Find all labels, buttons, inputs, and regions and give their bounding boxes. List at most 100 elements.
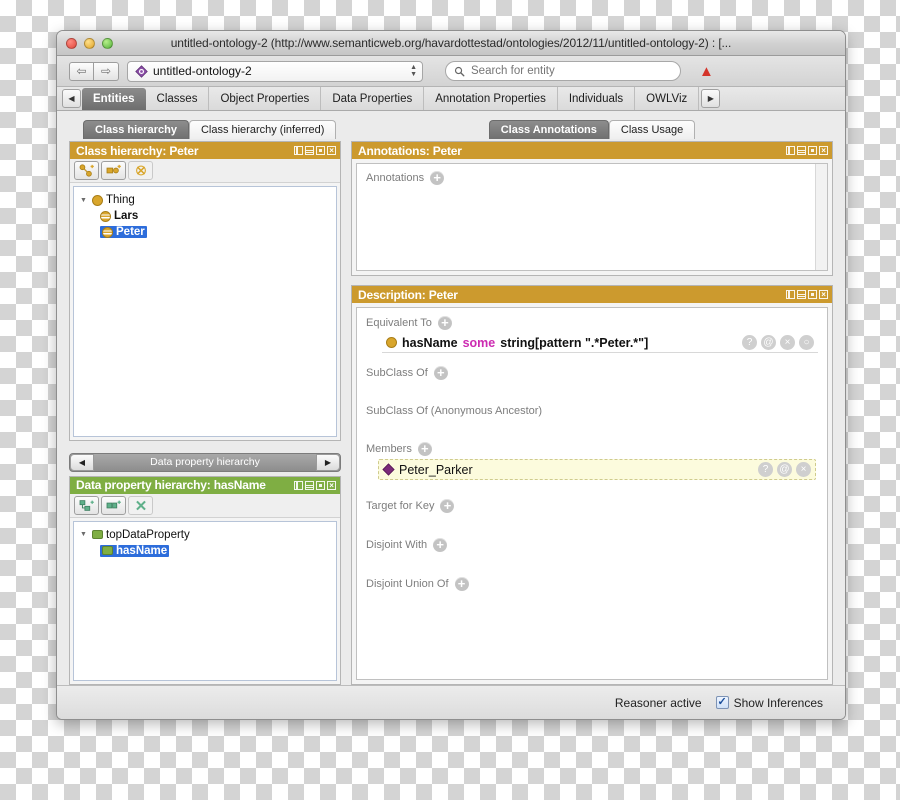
tab-entities[interactable]: Entities (82, 88, 146, 110)
explain-button[interactable]: ? (758, 462, 773, 477)
delete-button[interactable]: × (780, 335, 795, 350)
data-property-selector-bar: ◀ Data property hierarchy ▶ (69, 452, 341, 472)
add-sub-property-button[interactable] (74, 495, 99, 515)
close-panel-icon[interactable] (327, 480, 336, 490)
show-inferences-checkbox[interactable]: ✓ (715, 696, 729, 709)
add-member-button[interactable] (417, 442, 432, 456)
maximize-icon[interactable] (316, 146, 325, 155)
forward-icon[interactable]: ⇨ (94, 61, 119, 81)
section-disjoint-union-of: Disjoint Union Of (366, 577, 818, 591)
split-view-icon[interactable] (294, 480, 303, 490)
tree-item-thing[interactable]: ▼ Thing (78, 192, 332, 208)
collapse-icon[interactable] (305, 146, 314, 155)
data-property-tree[interactable]: ▼ topDataProperty hasName (73, 520, 337, 681)
delete-property-button[interactable] (128, 495, 153, 515)
edit-button[interactable]: ○ (799, 335, 814, 350)
subtab-class-hierarchy[interactable]: Class hierarchy (83, 120, 189, 139)
selector-prev-arrow-icon[interactable]: ◀ (70, 453, 94, 471)
collapse-icon[interactable] (797, 146, 806, 155)
close-panel-icon[interactable] (327, 146, 336, 155)
delete-class-button[interactable] (128, 161, 153, 180)
search-input[interactable] (469, 64, 672, 78)
section-subclass-of: SubClass Of (366, 366, 818, 380)
show-inferences-control[interactable]: ✓ Show Inferences (715, 696, 823, 710)
entry-suffix: string[pattern ".*Peter.*"] (500, 335, 649, 350)
expander-icon[interactable]: ▼ (78, 531, 89, 538)
add-sibling-class-button[interactable] (101, 161, 126, 180)
section-label: Members (366, 443, 412, 455)
tab-annotation-properties[interactable]: Annotation Properties (424, 87, 558, 110)
navigation-buttons: ⇦ ⇨ (69, 61, 119, 81)
section-label-row: SubClass Of (366, 366, 818, 380)
section-equivalent-to: Equivalent To hasName some string[patter… (366, 316, 818, 353)
selector-next-arrow-icon[interactable]: ▶ (316, 453, 340, 471)
panel-controls (294, 146, 336, 155)
tree-item-label: hasName (116, 544, 168, 557)
close-panel-icon[interactable] (819, 290, 828, 299)
section-label: Disjoint With (366, 539, 428, 551)
data-property-icon (102, 546, 113, 556)
tree-item-hasname[interactable]: hasName (78, 543, 332, 559)
split-view-icon[interactable] (786, 290, 795, 299)
tree-item-peter[interactable]: Peter (78, 224, 332, 240)
warning-icon[interactable]: ▲ (699, 64, 714, 79)
class-icon (92, 194, 103, 206)
split-view-icon[interactable] (294, 146, 303, 155)
data-property-hierarchy-panel: Data property hierarchy: hasName × ▼ top… (69, 475, 341, 685)
annotations-section-label-row: Annotations (366, 171, 818, 185)
split-view-icon[interactable] (786, 146, 795, 155)
back-icon[interactable]: ⇦ (69, 61, 94, 81)
add-target-for-key-button[interactable] (440, 499, 455, 513)
add-sibling-property-button[interactable] (101, 495, 126, 515)
section-label-row: Disjoint With (366, 538, 818, 552)
tabs-next-arrow-icon[interactable]: ▶ (701, 89, 721, 108)
add-subclass-of-button[interactable] (433, 366, 448, 380)
ontology-select[interactable]: untitled-ontology-2 ▲ ▼ (127, 60, 423, 82)
maximize-icon[interactable] (808, 290, 817, 299)
class-hierarchy-tree[interactable]: ▼ Thing Lars Peter (73, 186, 337, 437)
title-bar: untitled-ontology-2 (http://www.semantic… (57, 31, 845, 56)
add-subclass-button[interactable] (74, 161, 99, 180)
add-equivalent-to-button[interactable] (437, 316, 452, 330)
add-annotation-button[interactable] (430, 171, 445, 185)
equivalent-to-row[interactable]: hasName some string[pattern ".*Peter.*"]… (382, 333, 818, 353)
collapse-icon[interactable] (305, 480, 314, 490)
subtab-class-usage[interactable]: Class Usage (608, 120, 696, 139)
tabs-prev-arrow-icon[interactable]: ◀ (62, 89, 81, 108)
maximize-icon[interactable] (808, 146, 817, 155)
tab-individuals[interactable]: Individuals (558, 87, 636, 110)
annotate-button[interactable]: @ (777, 462, 792, 477)
search-box[interactable] (445, 61, 681, 81)
row-actions: ? @ × (758, 462, 811, 477)
section-subclass-of-anonymous-ancestor: SubClass Of (Anonymous Ancestor) (366, 405, 818, 417)
annotate-button[interactable]: @ (761, 335, 776, 350)
annotations-scrollbar[interactable] (815, 164, 827, 270)
add-disjoint-with-button[interactable] (433, 538, 448, 552)
tab-data-properties[interactable]: Data Properties (321, 87, 425, 110)
data-property-icon (92, 530, 103, 540)
tab-object-properties[interactable]: Object Properties (209, 87, 322, 110)
description-panel: Description: Peter Equivalent To (351, 285, 833, 685)
tree-item-lars[interactable]: Lars (78, 208, 332, 224)
delete-button[interactable]: × (796, 462, 811, 477)
subtab-class-annotations[interactable]: Class Annotations (488, 120, 609, 139)
explain-button[interactable]: ? (742, 335, 757, 350)
add-disjoint-union-of-button[interactable] (454, 577, 469, 591)
description-header-label: Description: Peter (358, 287, 458, 302)
chevron-updown-icon[interactable]: ▲ ▼ (410, 64, 417, 78)
expander-icon[interactable]: ▼ (78, 197, 89, 204)
maximize-icon[interactable] (316, 480, 325, 490)
entry-keyword: some (462, 335, 496, 350)
close-panel-icon[interactable] (819, 146, 828, 155)
subtab-class-hierarchy-inferred[interactable]: Class hierarchy (inferred) (188, 120, 337, 139)
tree-item-topdataproperty[interactable]: ▼ topDataProperty (78, 527, 332, 543)
collapse-icon[interactable] (797, 290, 806, 299)
section-label: SubClass Of (Anonymous Ancestor) (366, 405, 543, 417)
section-label-row: Equivalent To (366, 316, 818, 330)
member-row[interactable]: Peter_Parker ? @ × (378, 459, 816, 480)
tab-classes[interactable]: Classes (146, 87, 210, 110)
tab-owlviz[interactable]: OWLViz (635, 87, 700, 110)
add-sibling-class-icon (106, 164, 121, 174)
tree-item-label: topDataProperty (106, 528, 190, 541)
class-hierarchy-header-label: Class hierarchy: Peter (76, 143, 199, 158)
